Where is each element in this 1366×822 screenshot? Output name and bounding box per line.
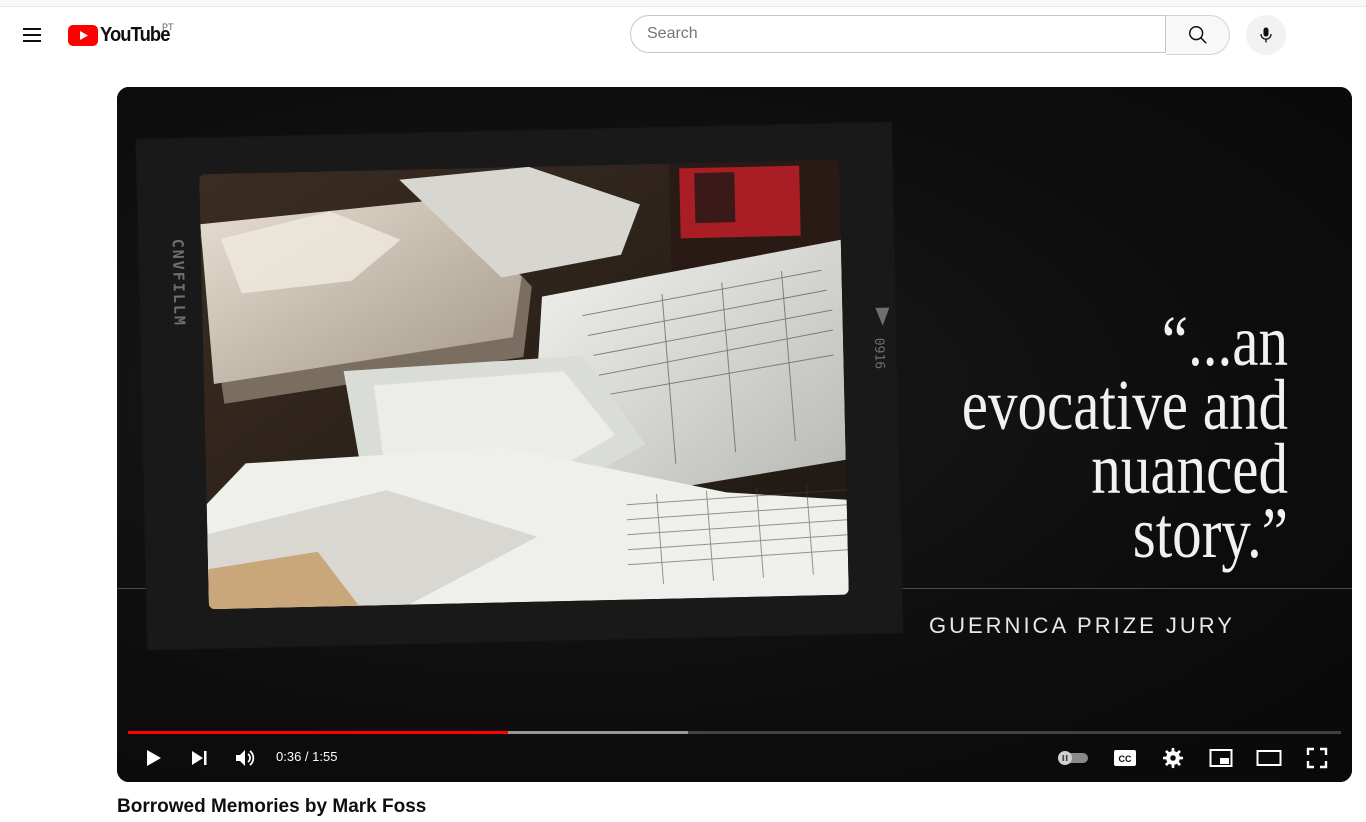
overlay-quote-line: story.” <box>1132 493 1288 573</box>
hamburger-icon-bar <box>23 40 41 42</box>
theater-mode-icon <box>1256 750 1282 766</box>
search-icon <box>1188 26 1207 44</box>
miniplayer-button[interactable] <box>1205 742 1237 774</box>
fullscreen-icon <box>1306 747 1328 769</box>
subtitles-button[interactable]: CC <box>1109 742 1141 774</box>
video-frame-photo <box>199 159 849 610</box>
autoplay-toggle[interactable] <box>1053 742 1093 774</box>
browser-top-strip <box>0 0 1366 7</box>
search-input[interactable] <box>631 16 1163 52</box>
hamburger-icon-bar <box>23 34 41 36</box>
settings-button[interactable] <box>1157 742 1189 774</box>
youtube-logo[interactable]: YouTube <box>68 22 176 48</box>
progress-bar[interactable] <box>128 731 1341 734</box>
film-marker-triangle <box>875 307 890 326</box>
voice-search-button[interactable] <box>1246 15 1286 55</box>
volume-icon <box>236 750 255 766</box>
youtube-play-logo-icon <box>68 24 98 46</box>
overlay-quote: “...an evocative and nuanced story.” <box>944 301 1288 573</box>
closed-captions-icon: CC <box>1114 750 1136 766</box>
search-button[interactable] <box>1166 15 1230 55</box>
microphone-icon <box>1260 27 1272 43</box>
played-bar <box>128 731 508 734</box>
overlay-quote-line: nuanced <box>1091 429 1288 509</box>
logo-text: YouTube <box>100 23 170 46</box>
film-edge-text: CNVFILLM <box>168 238 189 328</box>
svg-text:CC: CC <box>1119 754 1132 764</box>
mute-button[interactable] <box>229 742 261 774</box>
next-icon <box>192 751 207 765</box>
country-code: PT <box>162 22 174 32</box>
hamburger-icon-bar <box>23 28 41 30</box>
autoplay-toggle-icon <box>1058 751 1088 765</box>
play-button[interactable] <box>137 742 169 774</box>
video-player[interactable]: CNVFILLM 0916 “...an evocative and nuanc… <box>117 87 1352 782</box>
overlay-attribution: GUERNICA PRIZE JURY <box>929 613 1235 638</box>
video-title: Borrowed Memories by Mark Foss <box>117 796 427 817</box>
search-box <box>630 15 1166 53</box>
time-display: 0:36 / 1:55 <box>276 749 338 764</box>
gear-icon <box>1162 747 1184 769</box>
play-icon <box>147 750 161 766</box>
fullscreen-button[interactable] <box>1301 742 1333 774</box>
film-frame-number: 0916 <box>871 337 887 370</box>
theater-mode-button[interactable] <box>1253 742 1285 774</box>
next-button[interactable] <box>183 742 215 774</box>
miniplayer-icon <box>1209 749 1233 767</box>
overlay-quote-line: “...an <box>1161 301 1288 381</box>
overlay-quote-line: evocative and <box>961 365 1288 445</box>
guide-menu-button[interactable] <box>14 17 50 53</box>
